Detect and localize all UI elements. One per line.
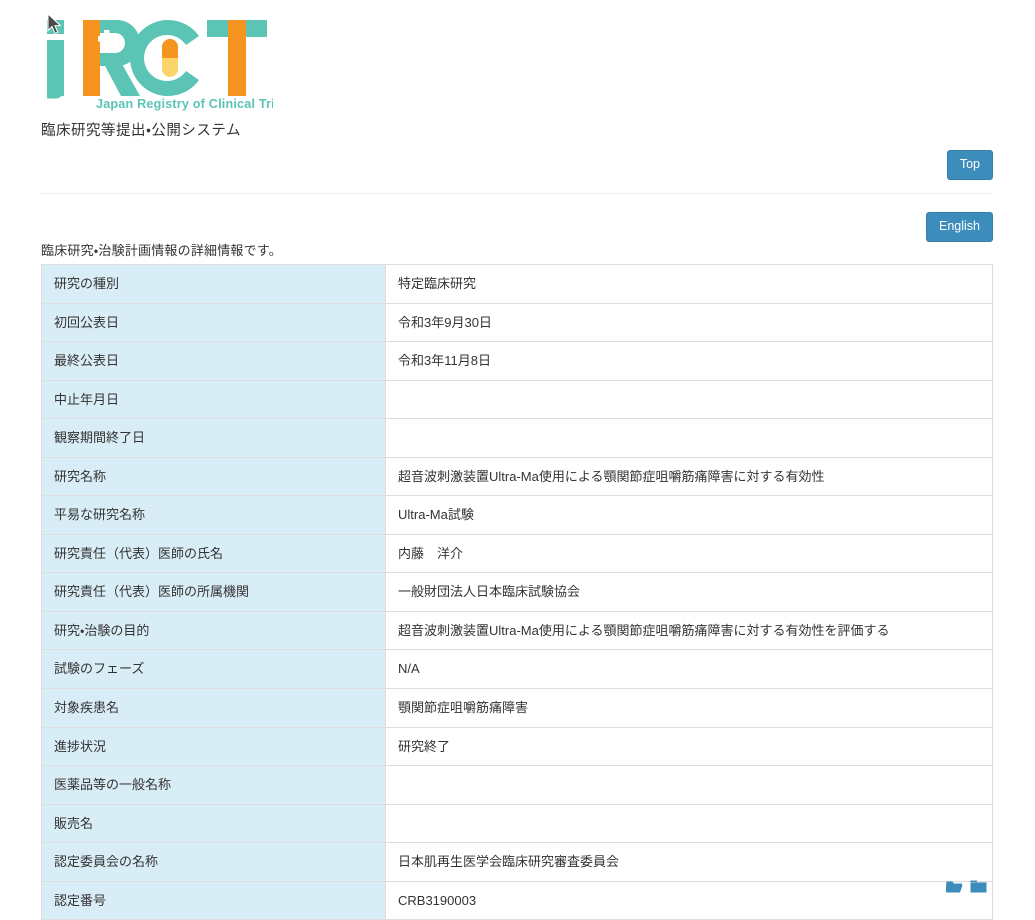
table-row: 進捗状況 研究終了	[41, 726, 993, 767]
trial-detail-table-body: 研究の種別 特定臨床研究 初回公表日 令和3年9月30日 最終公表日 令和3年11月8日中…	[41, 264, 993, 920]
table-row: 研究・治験の目的 超音波刺激装置Ultra-Ma使用による顎関節症咀嚼筋痛障害に対…	[41, 610, 993, 651]
table-row-value: 超音波刺激装置Ultra-Ma使用による顎関節症咀嚼筋痛障害に対する有効性	[385, 456, 993, 497]
table-row: 最終公表日 令和3年11月8日	[41, 341, 993, 381]
table-row-label: 最終公表日	[41, 341, 386, 381]
table-row: 対象疾患名 顎関節症咀嚼筋痛障害	[41, 688, 993, 728]
english-button-container: English	[926, 212, 993, 242]
site-header: Japan Registry of Clinical Trials	[41, 14, 993, 112]
table-row-label: 対象疾患名	[41, 688, 386, 728]
page-root: Japan Registry of Clinical Trials 臨床研究等提…	[0, 0, 1035, 920]
table-row-value: CRB3190003	[385, 880, 993, 920]
table-row: 研究責任（代表）医師の氏名 内藤 洋介	[41, 533, 993, 574]
table-row: 初回公表日 令和3年9月30日	[41, 302, 993, 343]
table-row-label: 医薬品等の一般名称	[41, 765, 386, 805]
table-row-value: Ultra-Ma試験	[385, 495, 993, 535]
table-row: 医薬品等の一般名称	[41, 765, 993, 805]
svg-text:Japan Registry of Clinical Tri: Japan Registry of Clinical Trials	[96, 97, 273, 111]
page-lead-text: 臨床研究・治験計画情報の詳細情報です。	[41, 243, 282, 258]
table-row: 平易な研究名称 Ultra-Ma試験	[41, 495, 993, 535]
trial-detail-table: 研究の種別 特定臨床研究 初回公表日 令和3年9月30日 最終公表日 令和3年11月8日中…	[41, 264, 993, 920]
table-row: 研究の種別 特定臨床研究	[41, 264, 993, 304]
table-row-label: 研究の種別	[41, 264, 386, 304]
table-row-value: 一般財団法人日本臨床試験協会	[385, 572, 993, 612]
table-row-value: 研究終了	[385, 726, 993, 767]
table-row: 認定委員会の名称 日本肌再生医学会臨床研究審査委員会	[41, 842, 993, 882]
table-row-label: 認定番号	[41, 880, 386, 920]
closed-folder-icon[interactable]	[970, 879, 987, 894]
table-row: 中止年月日	[41, 379, 993, 420]
header-divider	[41, 193, 993, 194]
top-button-container: Top	[946, 150, 993, 180]
table-row-label: 試験のフェーズ	[41, 649, 386, 690]
table-row-label: 観察期間終了日	[41, 418, 386, 458]
table-row-value: 顎関節症咀嚼筋痛障害	[385, 688, 993, 728]
table-row-label: 平易な研究名称	[41, 495, 386, 535]
table-row-value: 内藤 洋介	[385, 533, 993, 574]
table-row: 試験のフェーズ N/A	[41, 649, 993, 690]
site-subtitle: 臨床研究等提出・公開システム	[41, 123, 241, 139]
table-row-value	[385, 379, 993, 420]
table-row-value: 特定臨床研究	[385, 264, 993, 304]
table-row-label: 研究・治験の目的	[41, 610, 386, 651]
table-row-label: 中止年月日	[41, 379, 386, 420]
table-row-label: 研究責任（代表）医師の氏名	[41, 533, 386, 574]
table-row-value: 超音波刺激装置Ultra-Ma使用による顎関節症咀嚼筋痛障害に対する有効性を評価…	[385, 610, 993, 651]
table-row-value	[385, 765, 993, 805]
table-row-label: 研究責任（代表）医師の所属機関	[41, 572, 386, 612]
table-row-label: 認定委員会の名称	[41, 842, 386, 882]
table-row-value: 日本肌再生医学会臨床研究審査委員会	[385, 842, 993, 882]
footer-icon-group	[946, 879, 987, 894]
table-row-label: 研究名称	[41, 456, 386, 497]
table-row: 研究責任（代表）医師の所属機関 一般財団法人日本臨床試験協会	[41, 572, 993, 612]
jrct-logo[interactable]: Japan Registry of Clinical Trials	[41, 14, 273, 112]
table-row: 認定番号 CRB3190003	[41, 880, 993, 920]
table-row-value	[385, 418, 993, 458]
table-row-value: 令和3年9月30日	[385, 302, 993, 343]
jrct-logo-graphic: Japan Registry of Clinical Trials	[47, 20, 273, 111]
table-row: 観察期間終了日	[41, 418, 993, 458]
table-row: 販売名	[41, 803, 993, 844]
table-row-value: N/A	[385, 649, 993, 690]
table-row-value: 令和3年11月8日	[385, 341, 993, 381]
table-row-value	[385, 803, 993, 844]
table-row: 研究名称 超音波刺激装置Ultra-Ma使用による顎関節症咀嚼筋痛障害に対する有効…	[41, 456, 993, 497]
english-language-button[interactable]: English	[926, 212, 993, 242]
table-row-label: 進捗状況	[41, 726, 386, 767]
table-row-label: 販売名	[41, 803, 386, 844]
table-row-label: 初回公表日	[41, 302, 386, 343]
top-button[interactable]: Top	[946, 150, 993, 180]
open-folder-icon[interactable]	[946, 879, 963, 894]
